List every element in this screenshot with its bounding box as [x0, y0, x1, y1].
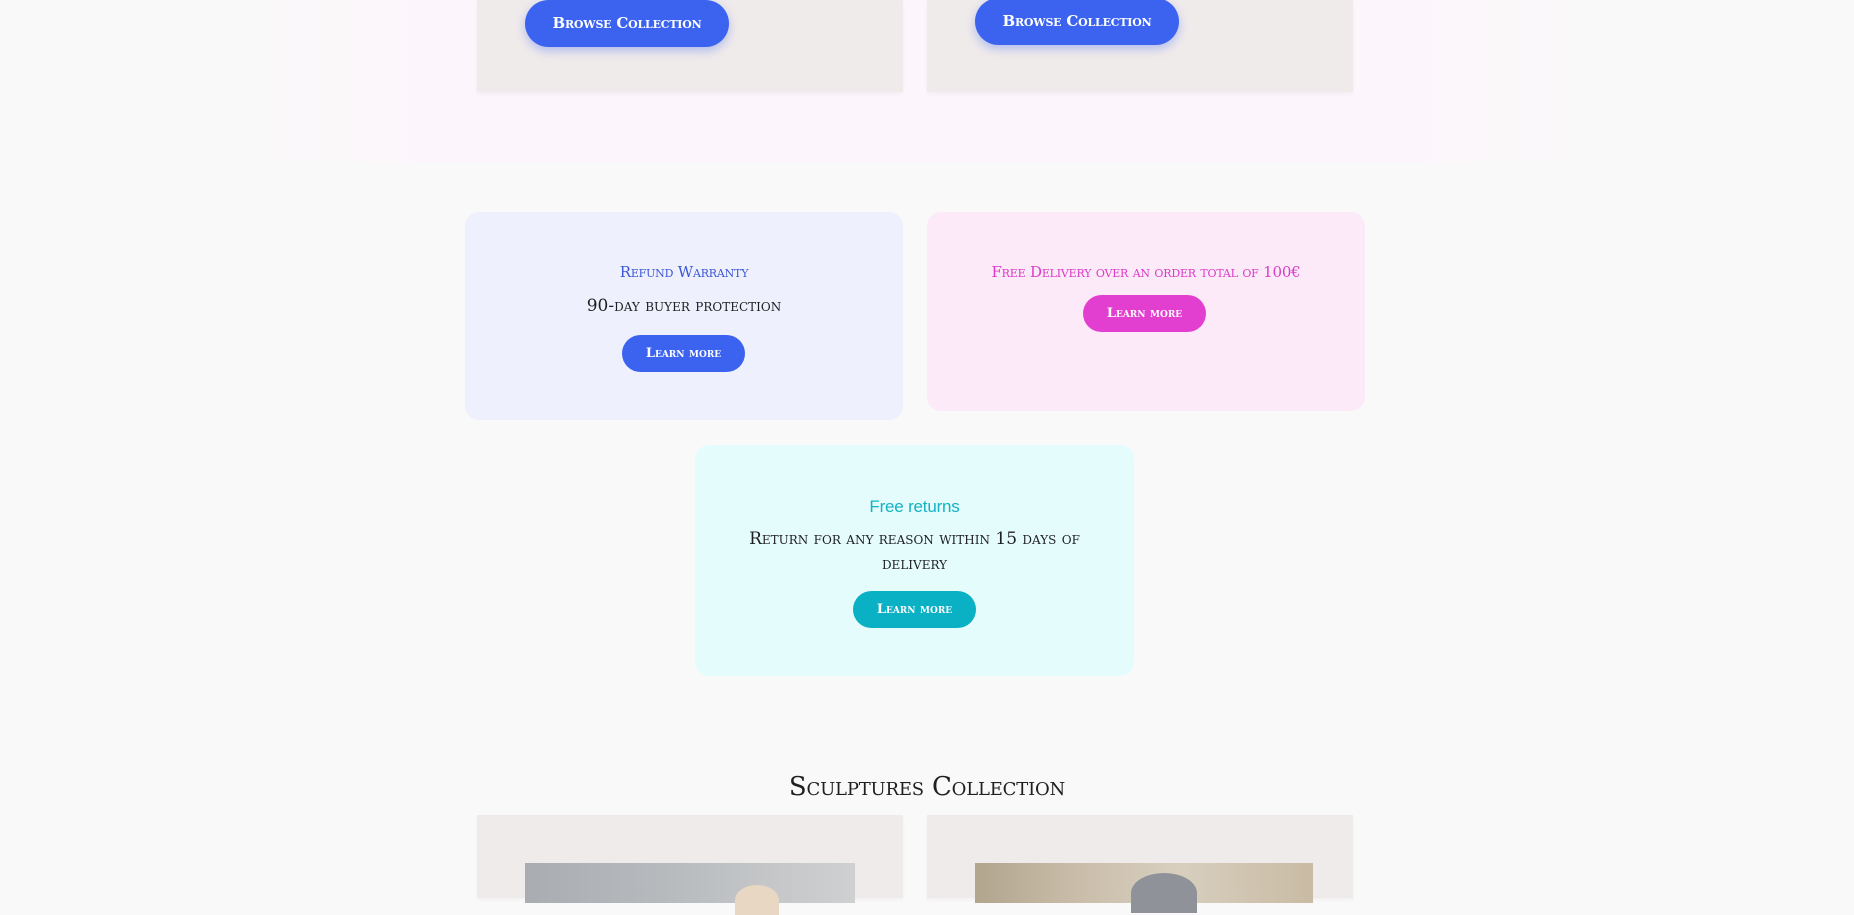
browse-collection-button[interactable]: Browse Collection	[975, 0, 1179, 45]
refund-warranty-card: Refund Warranty 90-day buyer protection …	[465, 212, 903, 420]
free-delivery-card: Free Delivery over an order total of 100…	[927, 212, 1365, 411]
browse-collection-button[interactable]: Browse Collection	[525, 0, 729, 47]
sculpture-image[interactable]	[975, 863, 1313, 913]
collection-card: Browse Collection	[477, 0, 903, 92]
returns-learn-more-button[interactable]: Learn more	[853, 591, 976, 628]
refund-warranty-title: Refund Warranty	[619, 263, 749, 281]
delivery-learn-more-button[interactable]: Learn more	[1083, 295, 1206, 332]
sculpture-card[interactable]	[927, 815, 1353, 913]
sculpture-head-shape	[1131, 873, 1197, 913]
free-returns-title: Free returns	[869, 497, 960, 516]
sculpture-head-shape	[735, 885, 779, 915]
refund-warranty-text: 90-day buyer protection	[586, 296, 782, 316]
sculpture-card[interactable]	[477, 815, 903, 915]
refund-learn-more-button[interactable]: Learn more	[622, 335, 745, 372]
free-returns-card: Free returns Return for any reason withi…	[695, 445, 1134, 676]
sculpture-image[interactable]	[525, 863, 855, 915]
collection-card: Browse Collection	[927, 0, 1353, 92]
free-delivery-title: Free Delivery over an order total of 100…	[991, 263, 1301, 281]
sculptures-collection-heading: Sculptures Collection	[788, 772, 1066, 802]
free-returns-text: Return for any reason within 15 days of …	[749, 529, 1080, 574]
featured-band-background	[258, 0, 1580, 162]
